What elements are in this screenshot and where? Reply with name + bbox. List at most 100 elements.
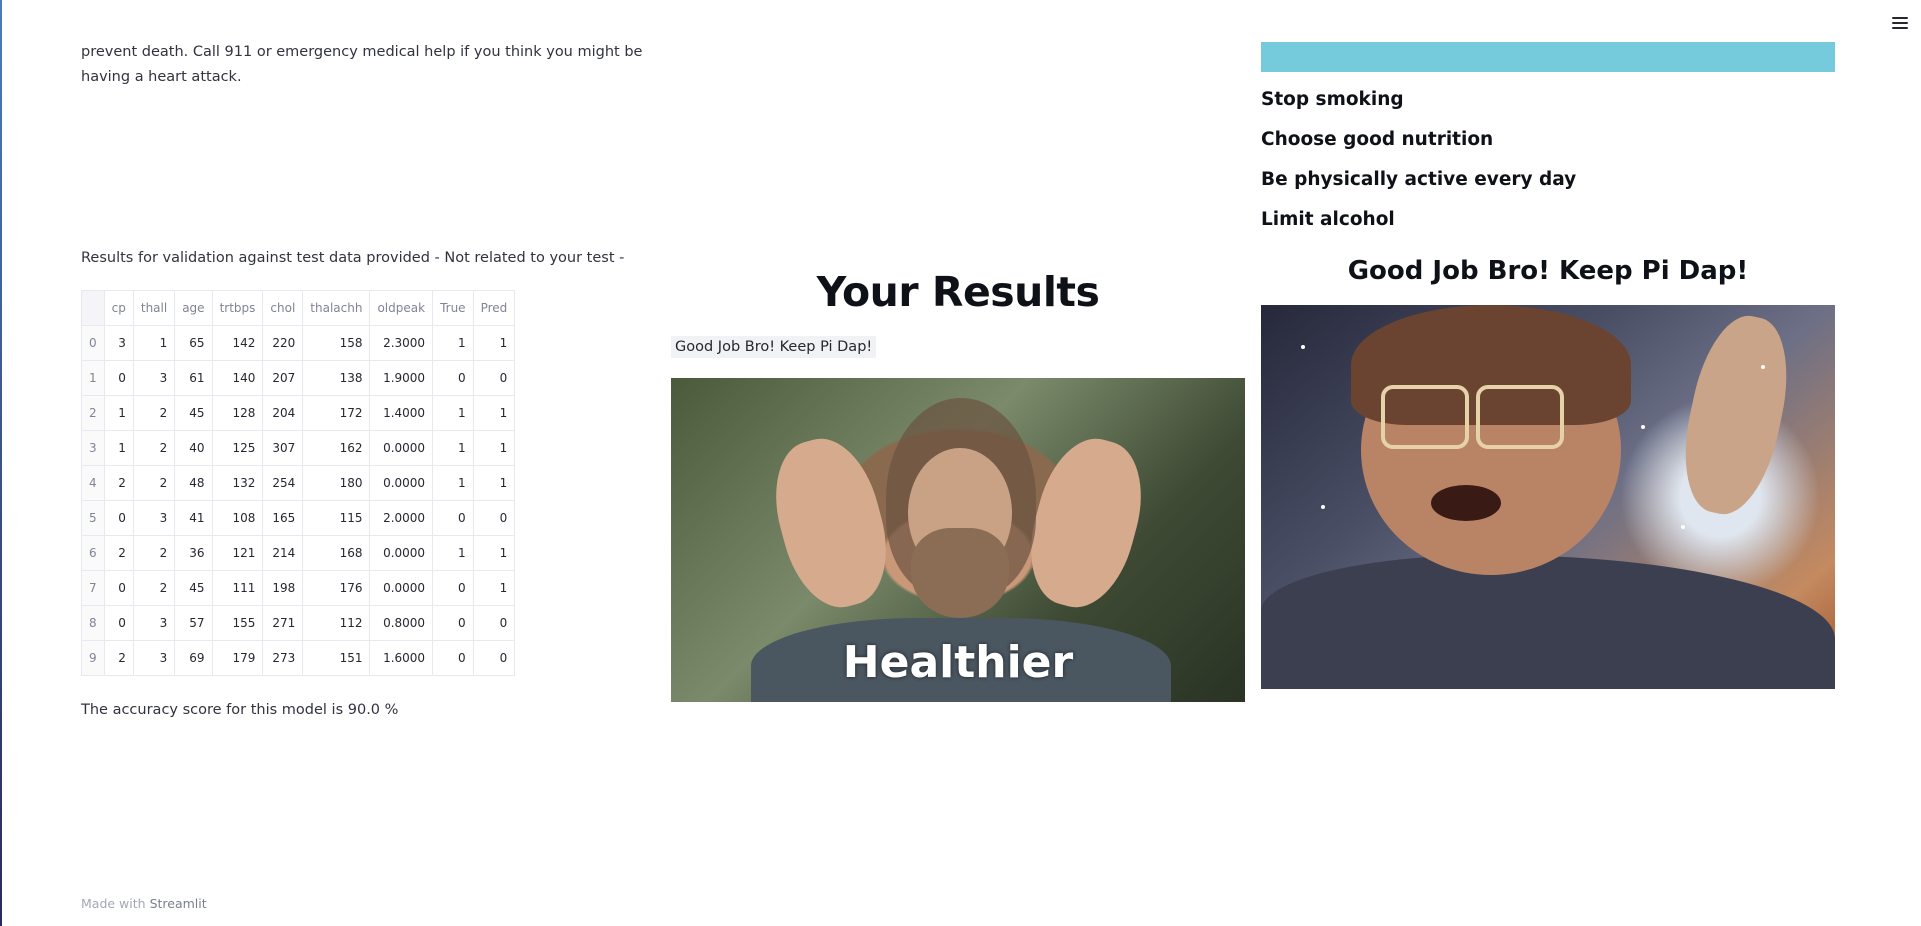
table-cell-chol[interactable]: 307 bbox=[262, 430, 304, 466]
table-header-age[interactable]: age bbox=[174, 290, 213, 326]
table-cell-age[interactable]: 36 bbox=[174, 535, 213, 571]
table-cell-chol[interactable]: 204 bbox=[262, 395, 304, 431]
table-cell-thall[interactable]: 3 bbox=[132, 500, 176, 536]
validation-dataframe[interactable]: cp thall age trtbps chol thalachh oldpea… bbox=[81, 290, 516, 676]
table-cell-trtbps[interactable]: 125 bbox=[211, 430, 264, 466]
table-cell-thall[interactable]: 2 bbox=[132, 395, 176, 431]
table-cell-cp[interactable]: 1 bbox=[103, 430, 134, 466]
table-cell-oldpeak[interactable]: 0.0000 bbox=[369, 430, 434, 466]
table-header-thall[interactable]: thall bbox=[132, 290, 176, 326]
table-cell-pred[interactable]: 1 bbox=[472, 465, 516, 501]
table-cell-true[interactable]: 0 bbox=[432, 360, 474, 396]
table-cell-trtbps[interactable]: 132 bbox=[211, 465, 264, 501]
table-cell-pred[interactable]: 0 bbox=[472, 360, 516, 396]
table-cell-oldpeak[interactable]: 2.0000 bbox=[369, 500, 434, 536]
table-cell-cp[interactable]: 0 bbox=[103, 500, 134, 536]
table-header-true[interactable]: True bbox=[432, 290, 474, 326]
table-cell-thalachh[interactable]: 180 bbox=[302, 465, 371, 501]
table-cell-age[interactable]: 65 bbox=[174, 325, 213, 361]
table-cell-trtbps[interactable]: 111 bbox=[211, 570, 264, 606]
table-cell-true[interactable]: 0 bbox=[432, 500, 474, 536]
table-cell-thalachh[interactable]: 138 bbox=[302, 360, 371, 396]
table-cell-age[interactable]: 45 bbox=[174, 395, 213, 431]
table-cell-chol[interactable]: 207 bbox=[262, 360, 304, 396]
table-cell-trtbps[interactable]: 155 bbox=[211, 605, 264, 641]
table-cell-true[interactable]: 0 bbox=[432, 605, 474, 641]
table-cell-thall[interactable]: 2 bbox=[132, 535, 176, 571]
table-cell-age[interactable]: 69 bbox=[174, 640, 213, 676]
table-header-chol[interactable]: chol bbox=[262, 290, 304, 326]
table-row-index[interactable]: 4 bbox=[81, 465, 105, 501]
table-cell-thall[interactable]: 2 bbox=[132, 465, 176, 501]
table-cell-cp[interactable]: 2 bbox=[103, 465, 134, 501]
table-cell-thall[interactable]: 3 bbox=[132, 360, 176, 396]
table-header-trtbps[interactable]: trtbps bbox=[211, 290, 264, 326]
table-cell-chol[interactable]: 198 bbox=[262, 570, 304, 606]
table-cell-true[interactable]: 1 bbox=[432, 465, 474, 501]
table-cell-pred[interactable]: 1 bbox=[472, 430, 516, 466]
table-cell-thalachh[interactable]: 172 bbox=[302, 395, 371, 431]
table-cell-pred[interactable]: 0 bbox=[472, 640, 516, 676]
table-cell-cp[interactable]: 0 bbox=[103, 570, 134, 606]
table-cell-oldpeak[interactable]: 0.0000 bbox=[369, 570, 434, 606]
table-cell-oldpeak[interactable]: 0.0000 bbox=[369, 465, 434, 501]
table-cell-true[interactable]: 1 bbox=[432, 430, 474, 466]
table-cell-age[interactable]: 57 bbox=[174, 605, 213, 641]
table-cell-pred[interactable]: 1 bbox=[472, 395, 516, 431]
table-cell-oldpeak[interactable]: 1.4000 bbox=[369, 395, 434, 431]
table-row-index[interactable]: 7 bbox=[81, 570, 105, 606]
table-cell-trtbps[interactable]: 142 bbox=[211, 325, 264, 361]
table-cell-thall[interactable]: 2 bbox=[132, 570, 176, 606]
table-header-oldpeak[interactable]: oldpeak bbox=[369, 290, 434, 326]
table-cell-true[interactable]: 1 bbox=[432, 395, 474, 431]
table-cell-age[interactable]: 40 bbox=[174, 430, 213, 466]
table-cell-age[interactable]: 41 bbox=[174, 500, 213, 536]
table-cell-oldpeak[interactable]: 2.3000 bbox=[369, 325, 434, 361]
table-cell-pred[interactable]: 0 bbox=[472, 605, 516, 641]
table-cell-cp[interactable]: 0 bbox=[103, 360, 134, 396]
table-cell-oldpeak[interactable]: 1.6000 bbox=[369, 640, 434, 676]
table-cell-trtbps[interactable]: 140 bbox=[211, 360, 264, 396]
table-cell-oldpeak[interactable]: 0.8000 bbox=[369, 605, 434, 641]
table-cell-trtbps[interactable]: 179 bbox=[211, 640, 264, 676]
table-cell-chol[interactable]: 220 bbox=[262, 325, 304, 361]
table-cell-age[interactable]: 48 bbox=[174, 465, 213, 501]
table-row-index[interactable]: 6 bbox=[81, 535, 105, 571]
table-cell-thall[interactable]: 3 bbox=[132, 605, 176, 641]
table-cell-pred[interactable]: 0 bbox=[472, 500, 516, 536]
table-row-index[interactable]: 1 bbox=[81, 360, 105, 396]
table-cell-thall[interactable]: 1 bbox=[132, 325, 176, 361]
table-cell-thalachh[interactable]: 115 bbox=[302, 500, 371, 536]
table-cell-thalachh[interactable]: 112 bbox=[302, 605, 371, 641]
table-cell-age[interactable]: 45 bbox=[174, 570, 213, 606]
table-cell-true[interactable]: 0 bbox=[432, 570, 474, 606]
table-row-index[interactable]: 2 bbox=[81, 395, 105, 431]
table-header-thalachh[interactable]: thalachh bbox=[302, 290, 371, 326]
table-row-index[interactable]: 5 bbox=[81, 500, 105, 536]
table-cell-pred[interactable]: 1 bbox=[472, 535, 516, 571]
table-cell-thalachh[interactable]: 158 bbox=[302, 325, 371, 361]
table-cell-trtbps[interactable]: 121 bbox=[211, 535, 264, 571]
table-cell-chol[interactable]: 165 bbox=[262, 500, 304, 536]
table-row-index[interactable]: 9 bbox=[81, 640, 105, 676]
table-row-index[interactable]: 3 bbox=[81, 430, 105, 466]
table-cell-trtbps[interactable]: 128 bbox=[211, 395, 264, 431]
table-header-pred[interactable]: Pred bbox=[472, 290, 516, 326]
table-cell-true[interactable]: 1 bbox=[432, 325, 474, 361]
table-cell-trtbps[interactable]: 108 bbox=[211, 500, 264, 536]
table-cell-thalachh[interactable]: 162 bbox=[302, 430, 371, 466]
hamburger-menu-icon[interactable] bbox=[1889, 14, 1911, 34]
table-cell-true[interactable]: 0 bbox=[432, 640, 474, 676]
table-cell-cp[interactable]: 1 bbox=[103, 395, 134, 431]
table-cell-thall[interactable]: 3 bbox=[132, 640, 176, 676]
table-cell-true[interactable]: 1 bbox=[432, 535, 474, 571]
table-row-index[interactable]: 8 bbox=[81, 605, 105, 641]
table-header-cp[interactable]: cp bbox=[103, 290, 134, 326]
table-cell-chol[interactable]: 214 bbox=[262, 535, 304, 571]
table-cell-cp[interactable]: 2 bbox=[103, 535, 134, 571]
table-row-index[interactable]: 0 bbox=[81, 325, 105, 361]
table-cell-thalachh[interactable]: 176 bbox=[302, 570, 371, 606]
table-cell-age[interactable]: 61 bbox=[174, 360, 213, 396]
table-cell-oldpeak[interactable]: 0.0000 bbox=[369, 535, 434, 571]
table-cell-cp[interactable]: 0 bbox=[103, 605, 134, 641]
